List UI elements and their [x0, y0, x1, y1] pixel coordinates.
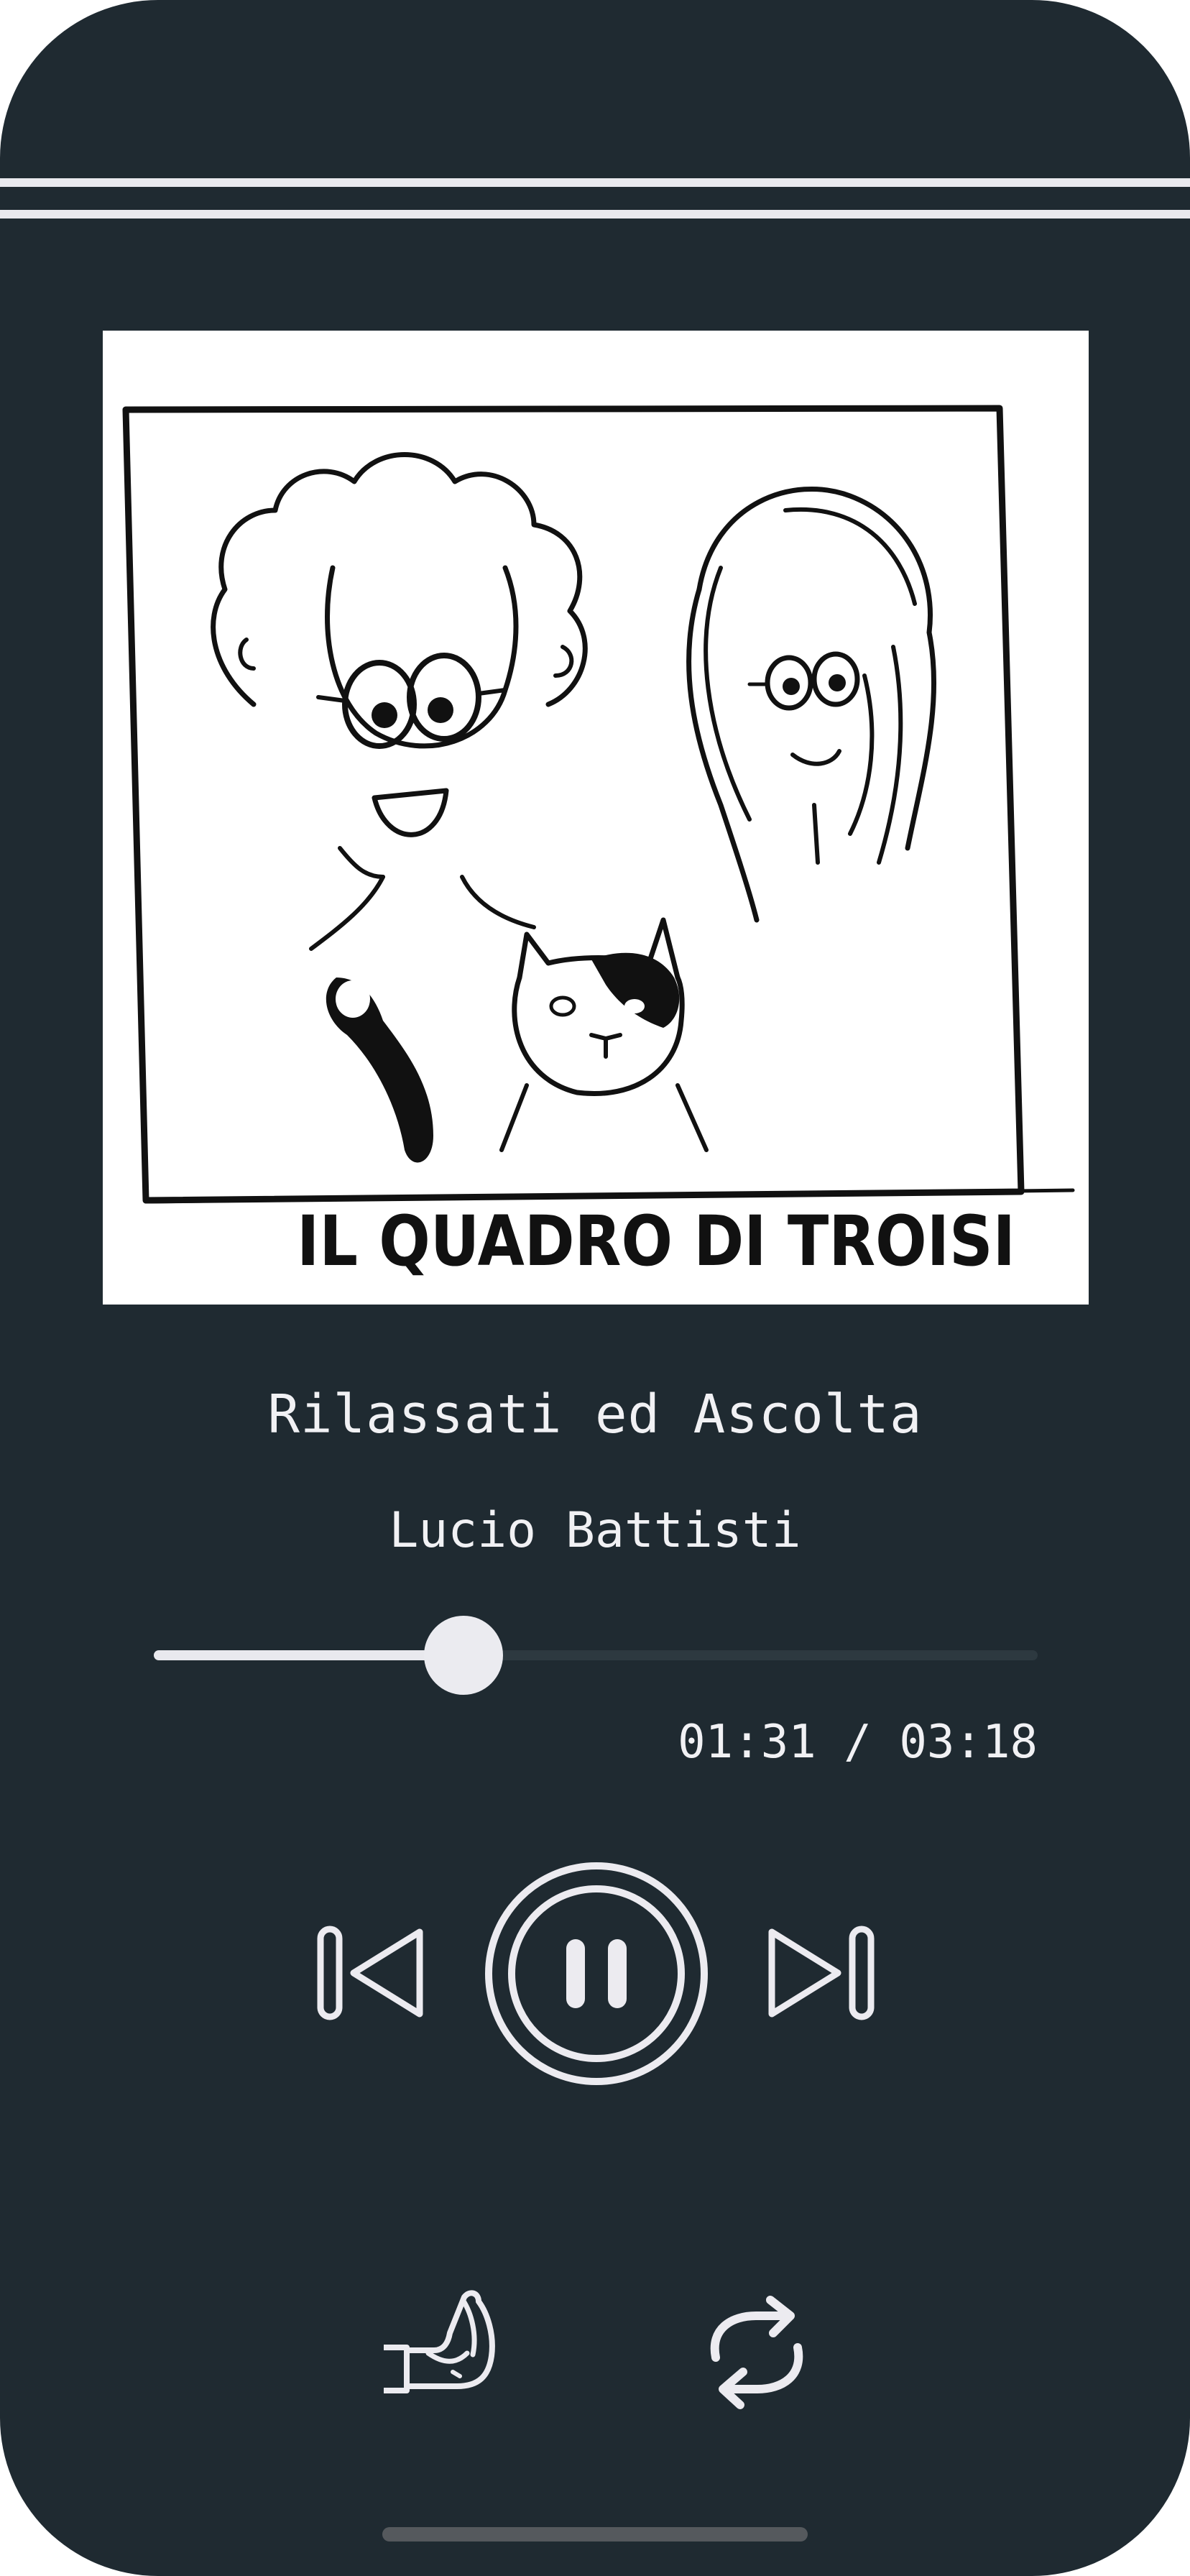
album-art-drawing: IL QUADRO DI TROISI — [122, 405, 1075, 1282]
repeat-button[interactable] — [696, 2291, 818, 2414]
total-duration: 03:18 — [899, 1716, 1038, 1769]
album-art-caption: IL QUADRO DI TROISI — [297, 1201, 1015, 1282]
elapsed-time: 01:31 — [678, 1716, 816, 1769]
progress-fill — [154, 1650, 463, 1660]
repeat-icon — [710, 2296, 803, 2409]
home-indicator[interactable] — [382, 2527, 808, 2542]
progress-slider[interactable] — [154, 1610, 1038, 1699]
pause-button[interactable] — [481, 1859, 711, 2089]
time-separator: / — [816, 1716, 900, 1769]
music-player-screen: IL QUADRO DI TROISI Rilassati ed Ascolta… — [0, 0, 1190, 2576]
header-divider-top — [0, 178, 1190, 187]
progress-thumb[interactable] — [423, 1616, 503, 1695]
like-button[interactable] — [378, 2284, 500, 2406]
hand-thumb-icon — [384, 2290, 495, 2393]
skip-next-icon — [768, 1926, 875, 2020]
track-title: Rilassati ed Ascolta — [267, 1384, 923, 1445]
next-track-button[interactable] — [760, 1919, 882, 2027]
album-art: IL QUADRO DI TROISI — [103, 331, 1089, 1305]
skip-previous-icon — [317, 1926, 423, 2020]
time-readout: 01:31 / 03:18 — [678, 1711, 1038, 1774]
pause-icon — [485, 1862, 708, 2085]
header-divider-bottom — [0, 210, 1190, 218]
track-artist: Lucio Battisti — [389, 1502, 801, 1559]
previous-track-button[interactable] — [309, 1919, 431, 2027]
